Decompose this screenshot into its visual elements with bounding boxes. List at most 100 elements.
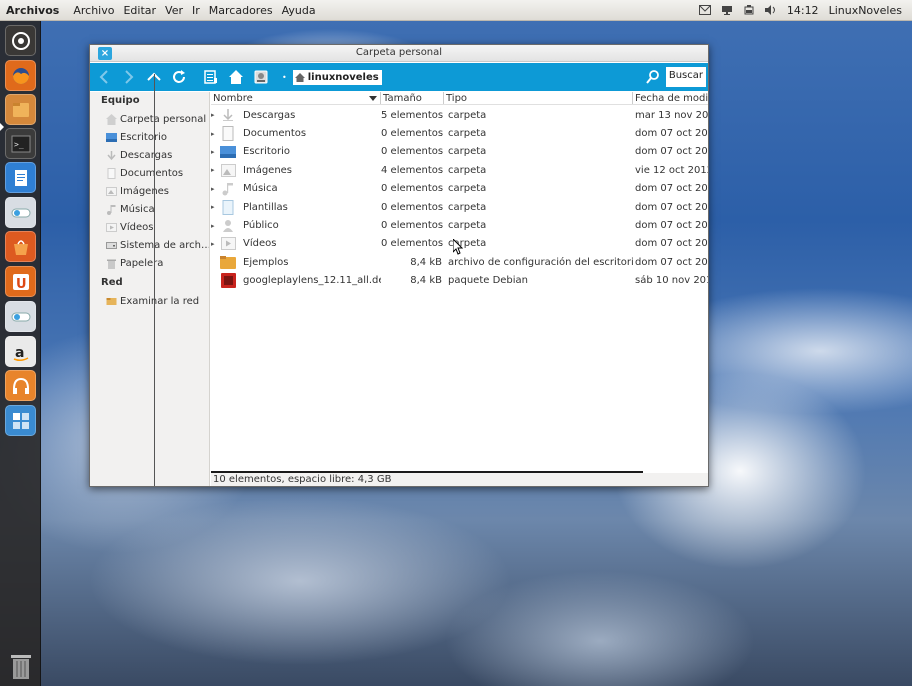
forward-arrow-icon (125, 70, 134, 84)
sidebar-divider[interactable] (154, 74, 155, 486)
menu-ayuda[interactable]: Ayuda (282, 4, 316, 17)
sidebar-item-label: Sistema de arch… (120, 239, 209, 251)
svg-text:U: U (16, 277, 27, 292)
sidebar-item-imagenes[interactable]: Imágenes (90, 182, 209, 200)
sidebar-item-carpeta-personal[interactable]: Carpeta personal (90, 110, 209, 128)
templates-folder-icon (220, 199, 236, 215)
column-header-label: Nombre (213, 93, 253, 104)
toggle-app-2-icon[interactable] (5, 301, 36, 332)
column-header-date[interactable]: Fecha de modifi (633, 92, 708, 104)
column-header-name[interactable]: Nombre (211, 92, 381, 104)
writer-icon[interactable] (5, 162, 36, 193)
ubuntu-one-icon[interactable]: U (5, 266, 36, 297)
table-row[interactable]: ▸ Escritorio 0 elementos carpeta dom 07 oct … (211, 143, 708, 161)
documents-icon (107, 167, 116, 179)
dash-home-icon[interactable] (5, 25, 36, 56)
files-icon[interactable] (5, 94, 36, 125)
table-row[interactable]: ▸ Imágenes 4 elementos carpeta vie 12 oct 20… (211, 161, 708, 179)
back-button[interactable] (93, 66, 115, 88)
column-header-type[interactable]: Tipo (444, 92, 633, 104)
reload-button[interactable] (168, 66, 190, 88)
user-menu[interactable]: LinuxNoveles (829, 4, 902, 17)
menu-ver[interactable]: Ver (165, 4, 183, 17)
cell-date: dom 07 oct 2012 (635, 256, 708, 268)
cell-size: 0 elementos (381, 238, 444, 250)
volume-icon[interactable] (764, 5, 777, 15)
file-name: Documentos (243, 128, 307, 140)
sidebar-item-documentos[interactable]: Documentos (90, 164, 209, 182)
active-app-name: Archivos (6, 3, 60, 17)
table-row[interactable]: ▸ Público 0 elementos carpeta dom 07 oct 201… (211, 216, 708, 234)
amazon-icon[interactable]: a (5, 336, 36, 367)
network-icon[interactable] (721, 5, 733, 15)
menu-archivo[interactable]: Archivo (73, 4, 114, 17)
table-row[interactable]: Ejemplos 8,4 kB archivo de configuración d… (211, 253, 708, 271)
cell-name: ▸ Imágenes (211, 163, 381, 178)
view-toggle-button[interactable] (200, 66, 222, 88)
expander-arrow-icon[interactable]: ▸ (211, 222, 220, 230)
documents-folder-icon (220, 126, 236, 142)
sidebar-item-videos[interactable]: Vídeos (90, 218, 209, 236)
trash-icon[interactable] (7, 650, 35, 680)
active-indicator (0, 123, 4, 131)
sidebar-item-sistema-de-archivos[interactable]: Sistema de arch… (90, 236, 209, 254)
cell-name: ▸ Plantillas (211, 199, 381, 215)
clock[interactable]: 14:12 (787, 4, 819, 17)
expander-arrow-icon[interactable]: ▸ (211, 203, 220, 211)
table-row[interactable]: ▸ Documentos 0 elementos carpeta dom 07 oct … (211, 124, 708, 142)
expander-arrow-icon[interactable]: ▸ (211, 130, 220, 138)
table-row[interactable]: googleplaylens_12.11_all.deb 8,4 kB paquet… (211, 272, 708, 290)
svg-text:>_: >_ (14, 140, 24, 149)
cell-type: carpeta (448, 201, 487, 213)
menu-editar[interactable]: Editar (123, 4, 156, 17)
terminal-icon[interactable]: >_ (5, 128, 36, 159)
table-row[interactable]: ▸ Descargas 5 elementos carpeta mar 13 nov 2… (211, 106, 708, 124)
cell-size: 0 elementos (381, 183, 444, 195)
music-icon[interactable] (5, 370, 36, 401)
places-sidebar: Equipo Carpeta personal Escritorio Desca… (90, 92, 210, 486)
cell-type: carpeta (448, 183, 487, 195)
software-center-icon[interactable] (5, 231, 36, 262)
expander-arrow-icon[interactable]: ▸ (211, 148, 220, 156)
path-button-home[interactable]: linuxnoveles (292, 69, 382, 85)
expander-arrow-icon[interactable]: ▸ (211, 111, 220, 119)
firefox-icon[interactable] (5, 60, 36, 91)
sidebar-item-descargas[interactable]: Descargas (90, 146, 209, 164)
sidebar-item-escritorio[interactable]: Escritorio (90, 128, 209, 146)
file-list: Nombre Tamaño Tipo Fecha de modifi ▸ Desc… (211, 92, 708, 470)
network-folder-icon (106, 297, 117, 305)
top-panel: Archivos Archivo Editar Ver Ir Marcadore… (0, 0, 912, 21)
workspace-switcher-icon[interactable] (5, 405, 36, 436)
forward-button[interactable] (118, 66, 140, 88)
file-name: Ejemplos (243, 256, 289, 268)
titlebar[interactable]: × Carpeta personal (90, 45, 708, 62)
battery-icon[interactable] (743, 5, 755, 15)
cell-name: ▸ Documentos (211, 126, 381, 142)
sidebar-item-papelera[interactable]: Papelera (90, 254, 209, 272)
status-bar: 10 elementos, espacio libre: 4,3 GB (211, 473, 708, 486)
cell-date: mar 13 nov 2012 (635, 109, 708, 121)
cell-name: Ejemplos (211, 255, 381, 270)
file-name: Imágenes (243, 164, 293, 176)
cell-date: dom 07 oct 2012 (635, 201, 708, 213)
search-icon[interactable] (646, 70, 660, 84)
menu-ir[interactable]: Ir (192, 4, 200, 17)
expander-arrow-icon[interactable]: ▸ (211, 185, 220, 193)
column-header-size[interactable]: Tamaño (381, 92, 444, 104)
expander-arrow-icon[interactable]: ▸ (211, 240, 220, 248)
sidebar-item-musica[interactable]: Música (90, 200, 209, 218)
expander-arrow-icon[interactable]: ▸ (211, 166, 220, 174)
drive-button[interactable] (250, 66, 272, 88)
search-button[interactable]: Buscar (665, 67, 706, 87)
table-row[interactable]: ▸ Plantillas 0 elementos carpeta dom 07 oct … (211, 198, 708, 216)
sidebar-item-examinar-la-red[interactable]: Examinar la red (90, 292, 209, 310)
mail-icon[interactable] (698, 5, 711, 15)
cell-size: 0 elementos (381, 146, 444, 158)
sidebar-item-label: Escritorio (120, 131, 167, 143)
cell-size: 0 elementos (381, 201, 444, 213)
table-row[interactable]: ▸ Música 0 elementos carpeta dom 07 oct 2012 (211, 180, 708, 198)
menu-marcadores[interactable]: Marcadores (209, 4, 273, 17)
toggle-app-icon[interactable] (5, 197, 36, 228)
trash-small-icon (107, 259, 116, 269)
home-button[interactable] (225, 66, 247, 88)
